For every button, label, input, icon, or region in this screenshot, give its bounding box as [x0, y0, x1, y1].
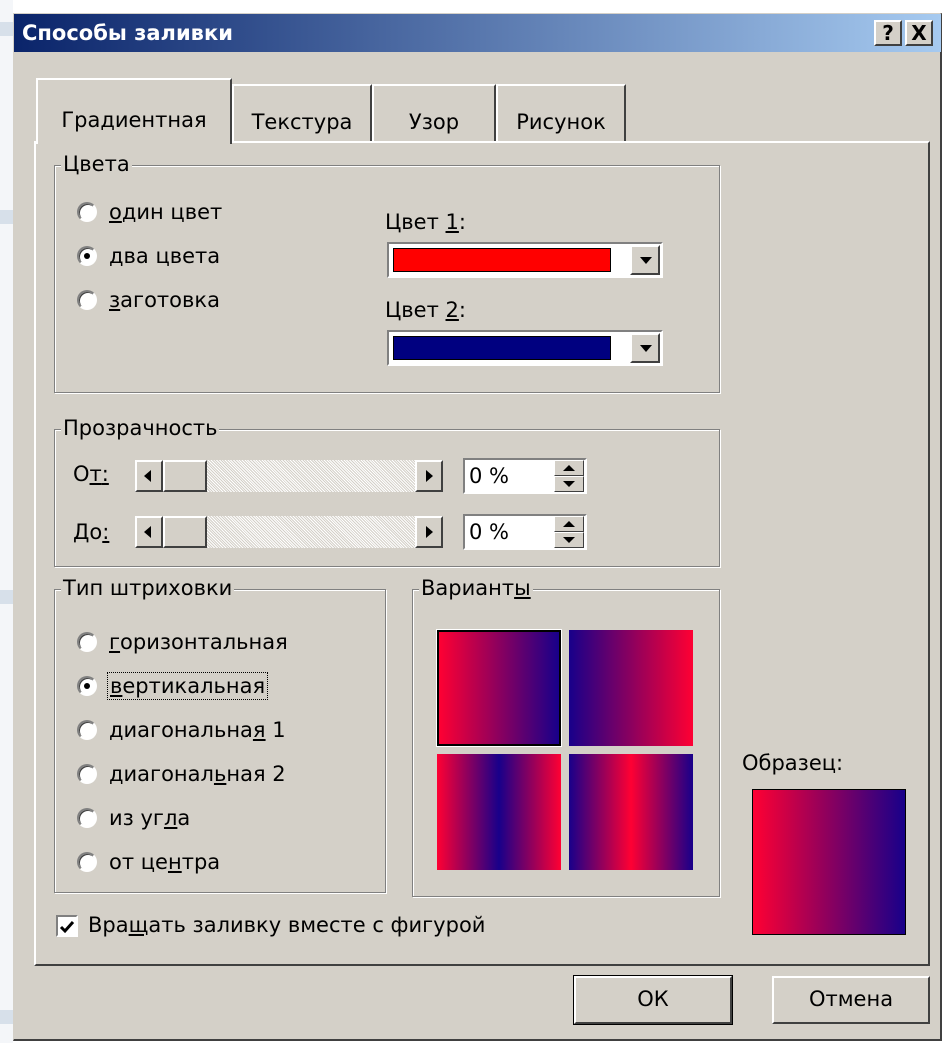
variants-legend: Варианты [419, 576, 533, 600]
color1-label: Цвет 1: [385, 210, 466, 234]
radio-indicator[interactable] [77, 852, 97, 872]
color1-dropdown[interactable] [387, 242, 663, 278]
transparency-legend: Прозрачность [61, 416, 220, 440]
variant-swatch-3[interactable] [437, 754, 561, 870]
variant-swatch-1[interactable] [437, 630, 561, 746]
radio-label: горизонтальная [109, 630, 288, 654]
ok-button-label: ОК [637, 987, 669, 1011]
fill-effects-dialog: Способы заливки ? X Градиентная Текстура… [13, 13, 942, 1041]
tab-label: Текстура [251, 110, 353, 134]
color2-label: Цвет 2: [385, 298, 466, 322]
title-bar[interactable]: Способы заливки ? X [14, 14, 941, 52]
radio-indicator[interactable] [77, 720, 97, 740]
sample-label: Образец: [742, 751, 844, 775]
radio-indicator[interactable] [77, 676, 97, 696]
variant-swatch-2[interactable] [569, 630, 693, 746]
spin-down-icon[interactable] [554, 532, 584, 548]
checkbox-box[interactable] [56, 915, 78, 937]
chevron-down-icon[interactable] [630, 245, 660, 275]
tab-texture[interactable]: Текстура [232, 84, 372, 142]
scroll-left-icon[interactable] [135, 516, 163, 548]
close-button[interactable]: X [905, 20, 933, 46]
radio-label: два цвета [109, 244, 221, 268]
radio-label: заготовка [109, 288, 220, 312]
sample-preview [752, 789, 906, 935]
ok-button[interactable]: ОК [573, 975, 733, 1025]
radio-label: диагональная 2 [109, 762, 286, 786]
spin-up-icon[interactable] [554, 516, 584, 532]
transparency-from-slider[interactable] [135, 460, 443, 492]
dialog-title: Способы заливки [22, 21, 233, 45]
radio-label: один цвет [109, 200, 223, 224]
transparency-group: Прозрачность От: 0 % До: 0 % [54, 416, 720, 567]
shading-legend: Тип штриховки [61, 576, 235, 600]
radio-label: из угла [109, 806, 191, 830]
radio-indicator[interactable] [77, 764, 97, 784]
scroll-right-icon[interactable] [415, 460, 443, 492]
colors-group: Цвета один цвет два цвета заготовка Цвет… [54, 152, 720, 393]
colors-legend: Цвета [61, 152, 132, 176]
tab-label: Градиентная [61, 108, 207, 132]
help-button[interactable]: ? [874, 20, 902, 46]
scroll-left-icon[interactable] [135, 460, 163, 492]
tab-pattern[interactable]: Узор [372, 84, 496, 142]
color2-swatch [393, 336, 611, 360]
background-window-edge [0, 0, 13, 1043]
close-icon: X [911, 21, 927, 45]
radio-label: вертикальная [107, 672, 269, 700]
color1-swatch [393, 248, 611, 272]
tab-gradient[interactable]: Градиентная [36, 78, 232, 144]
tab-label: Рисунок [516, 110, 606, 134]
radio-indicator[interactable] [77, 632, 97, 652]
transparency-to-spinner[interactable]: 0 % [463, 514, 587, 550]
tab-label: Узор [408, 110, 460, 134]
color2-dropdown[interactable] [387, 330, 663, 366]
spin-up-icon[interactable] [554, 460, 584, 476]
transparency-to-slider[interactable] [135, 516, 443, 548]
spinner-value[interactable]: 0 % [469, 464, 509, 488]
help-icon: ? [882, 21, 894, 45]
scroll-right-icon[interactable] [415, 516, 443, 548]
variant-swatch-4[interactable] [569, 754, 693, 870]
radio-indicator[interactable] [77, 808, 97, 828]
spinner-value[interactable]: 0 % [469, 520, 509, 544]
shading-styles-group: Тип штриховки горизонтальная вертикальна… [54, 576, 386, 893]
checkbox-label: Вращать заливку вместе с фигурой [88, 913, 486, 937]
cancel-button[interactable]: Отмена [772, 976, 930, 1024]
tab-panel-gradient: Цвета один цвет два цвета заготовка Цвет… [34, 141, 930, 966]
checkmark-icon [59, 921, 75, 934]
spin-down-icon[interactable] [554, 476, 584, 492]
radio-indicator[interactable] [77, 246, 97, 266]
to-label: До: [73, 520, 110, 544]
transparency-from-spinner[interactable]: 0 % [463, 458, 587, 494]
radio-indicator[interactable] [77, 290, 97, 310]
radio-label: диагональная 1 [109, 718, 286, 742]
slider-thumb[interactable] [163, 516, 207, 548]
radio-label: от центра [109, 850, 221, 874]
slider-thumb[interactable] [163, 460, 207, 492]
cancel-button-label: Отмена [808, 987, 894, 1011]
from-label: От: [73, 462, 109, 486]
tab-picture[interactable]: Рисунок [496, 84, 626, 142]
radio-indicator[interactable] [77, 202, 97, 222]
variants-group: Варианты [412, 576, 720, 897]
chevron-down-icon[interactable] [630, 333, 660, 363]
